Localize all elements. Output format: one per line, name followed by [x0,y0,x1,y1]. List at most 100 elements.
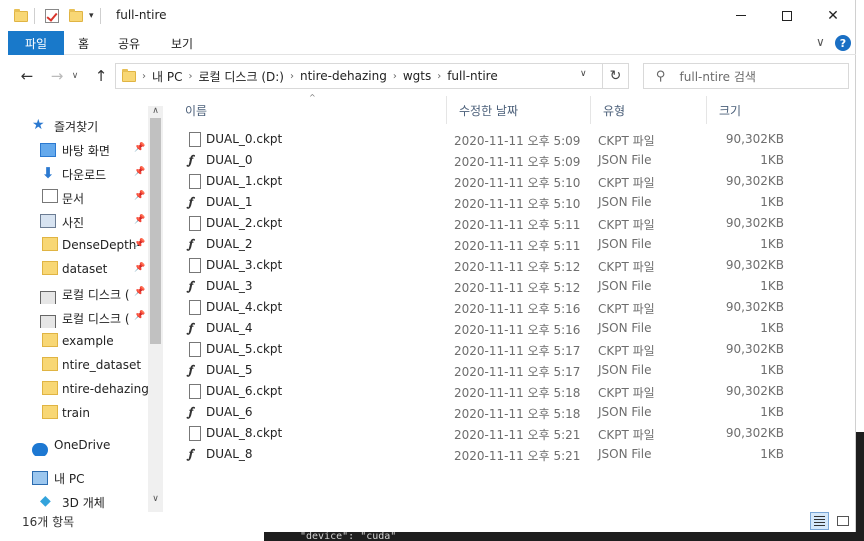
file-row[interactable]: DUAL_3.ckpt 2020-11-11 오후 5:12 CKPT 파일 90,3… [173,255,853,276]
json-file-icon: 𝆑 [189,237,194,252]
nav-item-ntire-dataset[interactable]: ntire_dataset [8,354,148,376]
nav-item-3d-objects[interactable]: ◆ 3D 개체 [8,490,148,512]
file-row[interactable]: 𝆑 DUAL_3 2020-11-11 오후 5:12 JSON File 1KB [173,276,853,297]
nav-item-onedrive[interactable]: OneDrive [8,434,148,456]
tab-home[interactable]: 홈 [78,31,89,55]
file-row[interactable]: DUAL_8.ckpt 2020-11-11 오후 5:21 CKPT 파일 90,3… [173,423,853,444]
file-date: 2020-11-11 오후 5:21 [454,428,581,442]
pictures-icon [40,214,56,228]
details-view-button[interactable] [810,512,829,530]
file-date: 2020-11-11 오후 5:09 [454,134,581,148]
nav-item-densedepth[interactable]: DenseDepth- 📌 [8,234,148,256]
ribbon-expand-icon[interactable]: ∨ [816,35,825,49]
desktop-icon [40,143,56,157]
refresh-button[interactable]: ↻ [602,64,628,88]
large-icons-view-button[interactable] [833,512,852,530]
file-row[interactable]: DUAL_2.ckpt 2020-11-11 오후 5:11 CKPT 파일 90,3… [173,213,853,234]
json-file-icon: 𝆑 [189,447,194,462]
tab-file[interactable]: 파일 [8,31,64,55]
nav-item-dataset[interactable]: dataset 📌 [8,258,148,280]
column-header-size[interactable]: 크기 [707,96,779,124]
file-date: 2020-11-11 오후 5:17 [454,365,581,379]
new-folder-icon[interactable] [69,8,83,22]
nav-item-downloads[interactable]: ⬇ 다운로드 📌 [8,162,148,184]
nav-item-label: 바탕 화면 [62,144,110,158]
file-name: DUAL_8.ckpt [206,426,283,440]
breadcrumb-ntire-dehazing[interactable]: ntire-dehazing [300,69,387,83]
background-left-strip [0,0,8,541]
file-row[interactable]: 𝆑 DUAL_4 2020-11-11 오후 5:16 JSON File 1KB [173,318,853,339]
minimize-button[interactable] [718,0,764,31]
download-icon: ⬇ [41,164,55,182]
scroll-down-icon[interactable]: ∨ [148,494,163,510]
nav-item-ntire-dehazing[interactable]: ntire-dehazing [8,378,148,400]
file-row[interactable]: 𝆑 DUAL_8 2020-11-11 오후 5:21 JSON File 1KB [173,444,853,465]
file-row[interactable]: 𝆑 DUAL_2 2020-11-11 오후 5:11 JSON File 1KB [173,234,853,255]
column-header-type[interactable]: 유형 [591,96,707,124]
file-type: CKPT 파일 [598,428,655,442]
file-name: DUAL_1.ckpt [206,174,283,188]
file-row[interactable]: DUAL_0.ckpt 2020-11-11 오후 5:09 CKPT 파일 90,3… [173,129,853,150]
breadcrumb-local-disk[interactable]: 로컬 디스크 (D:) [198,68,283,85]
close-icon: ✕ [827,7,839,24]
breadcrumb-this-pc[interactable]: 내 PC [152,68,182,85]
search-box[interactable]: ⚲ full-ntire 검색 [643,63,849,89]
breadcrumb-wgts[interactable]: wgts [403,69,431,83]
tab-share[interactable]: 공유 [118,31,140,55]
breadcrumb-separator[interactable]: › [290,71,294,82]
file-row[interactable]: DUAL_5.ckpt 2020-11-11 오후 5:17 CKPT 파일 90,3… [173,339,853,360]
help-icon[interactable]: ? [835,35,851,51]
recent-locations-button[interactable]: ∨ [68,66,82,86]
column-header-name[interactable]: 이름 [173,96,447,124]
address-bar[interactable]: › 내 PC › 로컬 디스크 (D:) › ntire-dehazing › … [115,63,629,89]
search-placeholder[interactable]: full-ntire 검색 [680,68,756,85]
tab-view[interactable]: 보기 [171,31,193,55]
breadcrumb-separator[interactable]: › [393,71,397,82]
file-row[interactable]: DUAL_1.ckpt 2020-11-11 오후 5:10 CKPT 파일 90,3… [173,171,853,192]
file-size: 90,302KB [725,384,784,398]
column-header-date[interactable]: 수정한 날짜 [447,96,591,124]
file-name: DUAL_0.ckpt [206,132,283,146]
nav-item-desktop[interactable]: 바탕 화면 📌 [8,138,148,160]
background-code-text: "device": "cuda" [300,531,397,541]
forward-button[interactable]: → [46,66,68,86]
file-row[interactable]: 𝆑 DUAL_6 2020-11-11 오후 5:18 JSON File 1KB [173,402,853,423]
customize-toolbar-icon[interactable]: ▾ [89,11,94,21]
nav-item-this-pc[interactable]: 내 PC [8,466,148,488]
breadcrumb-separator[interactable]: › [142,71,146,82]
scroll-up-icon[interactable]: ∧ [148,106,163,118]
file-icon [189,426,201,441]
nav-item-quick-access[interactable]: ★ 즐겨찾기 [8,114,148,136]
nav-item-train[interactable]: train [8,402,148,424]
up-button[interactable]: ↑ [90,66,112,86]
nav-scrollbar[interactable]: ∧ ∨ [148,106,163,512]
nav-item-pictures[interactable]: 사진 📌 [8,210,148,232]
file-date: 2020-11-11 오후 5:11 [454,218,581,232]
file-row[interactable]: 𝆑 DUAL_0 2020-11-11 오후 5:09 JSON File 1KB [173,150,853,171]
drive-icon [40,315,56,328]
nav-item-local-disk-c[interactable]: 로컬 디스크 ( 📌 [8,282,148,304]
properties-icon[interactable] [45,9,59,23]
breadcrumb-full-ntire[interactable]: full-ntire [447,69,498,83]
maximize-icon [782,10,792,21]
close-button[interactable]: ✕ [810,0,856,31]
breadcrumb-separator[interactable]: › [188,71,192,82]
folder-icon [42,381,58,395]
nav-item-local-disk-d[interactable]: 로컬 디스크 ( 📌 [8,306,148,328]
breadcrumb-separator[interactable]: › [437,71,441,82]
folder-icon[interactable] [14,8,28,22]
file-name: DUAL_0 [206,153,253,167]
file-row[interactable]: DUAL_6.ckpt 2020-11-11 오후 5:18 CKPT 파일 90,3… [173,381,853,402]
address-dropdown-icon[interactable]: ∨ [580,69,587,79]
scrollbar-thumb[interactable] [150,118,161,344]
file-row[interactable]: 𝆑 DUAL_5 2020-11-11 오후 5:17 JSON File 1KB [173,360,853,381]
window-title: full-ntire [116,8,167,22]
maximize-button[interactable] [764,0,810,31]
folder-icon [42,261,58,275]
nav-item-example[interactable]: example [8,330,148,352]
file-row[interactable]: DUAL_4.ckpt 2020-11-11 오후 5:16 CKPT 파일 90,3… [173,297,853,318]
file-name: DUAL_2.ckpt [206,216,283,230]
nav-item-documents[interactable]: 문서 📌 [8,186,148,208]
back-button[interactable]: ← [16,66,38,86]
file-row[interactable]: 𝆑 DUAL_1 2020-11-11 오후 5:10 JSON File 1KB [173,192,853,213]
